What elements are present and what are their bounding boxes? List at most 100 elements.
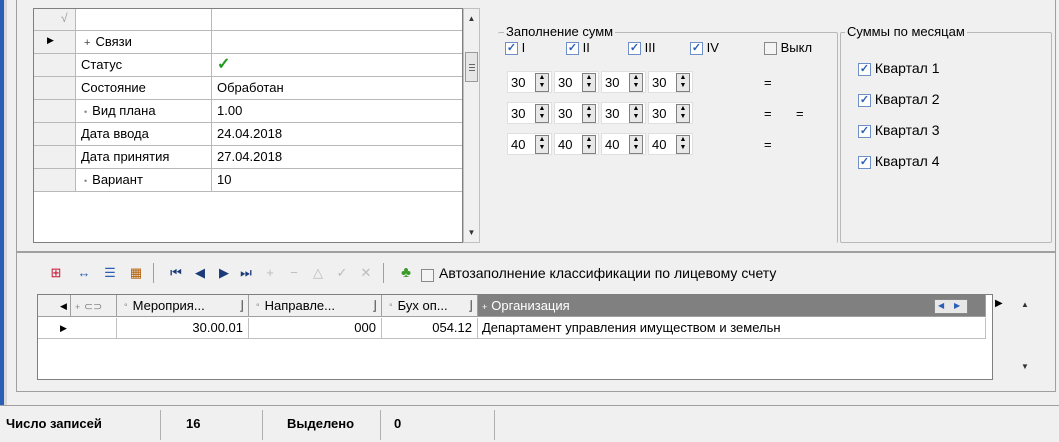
spin-updown-icon[interactable]: ▲ ▼: [582, 135, 596, 154]
quarter-checkbox-4[interactable]: ✓ IV: [690, 40, 719, 56]
cell-event[interactable]: 30.00.01: [117, 318, 249, 339]
quarter-checkbox-2[interactable]: ✓ II: [566, 40, 590, 56]
property-value[interactable]: 10: [213, 169, 462, 191]
delete-icon[interactable]: −: [285, 264, 303, 282]
spin-updown-icon[interactable]: ▲ ▼: [676, 135, 690, 154]
cancel-icon[interactable]: ✕: [357, 264, 375, 282]
row-indicator: [34, 100, 76, 122]
property-row[interactable]: Состояние Обработан: [34, 77, 462, 100]
sum-spinner[interactable]: 30 ▲ ▼: [601, 71, 646, 93]
sum-spinner[interactable]: 40 ▲ ▼: [507, 133, 552, 155]
cell-accounting[interactable]: 054.12: [382, 318, 478, 339]
property-grid-scrollbar[interactable]: ▲ ▼: [463, 8, 480, 243]
post-icon[interactable]: ✓: [333, 264, 351, 282]
lower-grid-scrollbar[interactable]: ▲ ▼: [1018, 294, 1035, 380]
checkbox-checked-icon[interactable]: ✓: [628, 42, 641, 56]
off-checkbox[interactable]: Выкл: [764, 40, 812, 56]
sum-spinner[interactable]: 30 ▲ ▼: [648, 102, 693, 124]
export-icon[interactable]: ▦: [127, 264, 145, 282]
spin-updown-icon[interactable]: ▲ ▼: [582, 104, 596, 123]
add-record-icon[interactable]: ⊞: [47, 264, 65, 282]
property-row[interactable]: Статус ✓: [34, 54, 462, 77]
checkbox-checked-icon[interactable]: ✓: [858, 93, 871, 107]
link-icon[interactable]: ↔: [75, 264, 93, 282]
property-row[interactable]: • Вариант 10: [34, 169, 462, 192]
spin-updown-icon[interactable]: ▲ ▼: [582, 73, 596, 92]
scroll-up-icon[interactable]: ▲: [1021, 300, 1029, 309]
sum-spinner[interactable]: 40 ▲ ▼: [648, 133, 693, 155]
link-column-header[interactable]: + ⊂⊃: [71, 295, 117, 317]
column-header-organization[interactable]: + Организация: [478, 295, 986, 317]
grid-nav-left-icon[interactable]: ◀: [38, 295, 71, 317]
spin-updown-icon[interactable]: ▲ ▼: [629, 73, 643, 92]
next-record-icon[interactable]: ▶: [215, 264, 233, 282]
insert-icon[interactable]: +: [261, 264, 279, 282]
checkbox-checked-icon[interactable]: ✓: [858, 124, 871, 138]
spin-updown-icon[interactable]: ▲ ▼: [676, 104, 690, 123]
property-value[interactable]: Обработан: [213, 77, 462, 99]
selected-label: Выделено: [287, 416, 355, 431]
sum-spinner[interactable]: 30 ▲ ▼: [648, 71, 693, 93]
scroll-thumb[interactable]: [465, 52, 478, 82]
sum-spinner[interactable]: 40 ▲ ▼: [601, 133, 646, 155]
property-value[interactable]: 27.04.2018: [213, 146, 462, 168]
spin-updown-icon[interactable]: ▲ ▼: [629, 135, 643, 154]
checkbox-checked-icon[interactable]: ✓: [858, 62, 871, 76]
spin-updown-icon[interactable]: ▲ ▼: [676, 73, 690, 92]
monthly-quarter-checkbox-4[interactable]: ✓ Квартал 4: [858, 153, 939, 169]
autofill-checkbox[interactable]: [421, 269, 434, 283]
column-header-accounting[interactable]: ° Бух оп... ⌋: [382, 295, 478, 317]
prev-record-icon[interactable]: ◀: [191, 264, 209, 282]
checkbox-checked-icon[interactable]: ✓: [858, 155, 871, 169]
spin-updown-icon[interactable]: ▲ ▼: [629, 104, 643, 123]
column-header-direction[interactable]: ° Направле... ⌋: [249, 295, 382, 317]
property-name: Статус: [77, 54, 212, 76]
property-row[interactable]: Дата ввода 24.04.2018: [34, 123, 462, 146]
cell-organization[interactable]: Департамент управления имуществом и земе…: [478, 318, 986, 339]
expand-icon[interactable]: +: [84, 37, 90, 49]
column-header-event[interactable]: ° Мероприя... ⌋: [117, 295, 249, 317]
sum-spinner[interactable]: 30 ▲ ▼: [554, 102, 599, 124]
spin-updown-icon[interactable]: ▲ ▼: [535, 73, 549, 92]
sum-spinner[interactable]: 30 ▲ ▼: [507, 102, 552, 124]
spin-updown-icon[interactable]: ▲ ▼: [535, 104, 549, 123]
spin-updown-icon[interactable]: ▲ ▼: [535, 135, 549, 154]
row-indicator[interactable]: ▶: [38, 318, 117, 339]
status-check-icon[interactable]: ✓: [213, 54, 462, 76]
scroll-up-icon[interactable]: ▲: [464, 11, 479, 27]
monthly-quarter-checkbox-2[interactable]: ✓ Квартал 2: [858, 91, 939, 107]
quarter-checkbox-3[interactable]: ✓ III: [628, 40, 655, 56]
grid-nav-right-icon[interactable]: ▶: [995, 298, 1003, 309]
property-value[interactable]: 1.00: [213, 100, 462, 122]
monthly-quarter-checkbox-1[interactable]: ✓ Квартал 1: [858, 60, 939, 76]
quarter-checkbox-1[interactable]: ✓ I: [505, 40, 525, 56]
monthly-quarter-checkbox-3[interactable]: ✓ Квартал 3: [858, 122, 939, 138]
property-value[interactable]: 24.04.2018: [213, 123, 462, 145]
checkbox-checked-icon[interactable]: ✓: [566, 42, 579, 56]
scroll-down-icon[interactable]: ▼: [1021, 362, 1029, 371]
sum-spinner[interactable]: 40 ▲ ▼: [554, 133, 599, 155]
cell-direction[interactable]: 000: [249, 318, 382, 339]
sum-spinner[interactable]: 30 ▲ ▼: [554, 71, 599, 93]
sum-spinner[interactable]: 30 ▲ ▼: [507, 71, 552, 93]
toolbar: ⊞ ↔ ☰ ▦ ⏮ ◀ ▶ ⏭ + − △ ✓ ✕ ♣ Автозаполнен…: [27, 260, 1052, 288]
last-record-icon[interactable]: ⏭: [237, 264, 255, 282]
checkbox-checked-icon[interactable]: ✓: [690, 42, 703, 56]
grid-scroll-arrows[interactable]: ◀ ▶: [934, 299, 968, 314]
sum-spinner[interactable]: 30 ▲ ▼: [601, 102, 646, 124]
checkbox-unchecked-icon[interactable]: [764, 42, 777, 56]
property-row[interactable]: • Вид плана 1.00: [34, 100, 462, 123]
list-check-icon[interactable]: ☰: [101, 264, 119, 282]
monthly-title: Суммы по месяцам: [845, 24, 967, 39]
window-left-border: [4, 0, 7, 405]
tree-icon[interactable]: ♣: [397, 264, 415, 282]
property-value[interactable]: [213, 31, 462, 53]
edit-icon[interactable]: △: [309, 264, 327, 282]
first-record-icon[interactable]: ⏮: [167, 264, 185, 282]
equals-sign: =: [764, 137, 772, 152]
checkbox-checked-icon[interactable]: ✓: [505, 42, 518, 56]
scroll-down-icon[interactable]: ▼: [464, 225, 479, 241]
property-row[interactable]: Дата принятия 27.04.2018: [34, 146, 462, 169]
property-row[interactable]: ▶ + Связи: [34, 31, 462, 54]
equals-sign: =: [764, 106, 772, 121]
